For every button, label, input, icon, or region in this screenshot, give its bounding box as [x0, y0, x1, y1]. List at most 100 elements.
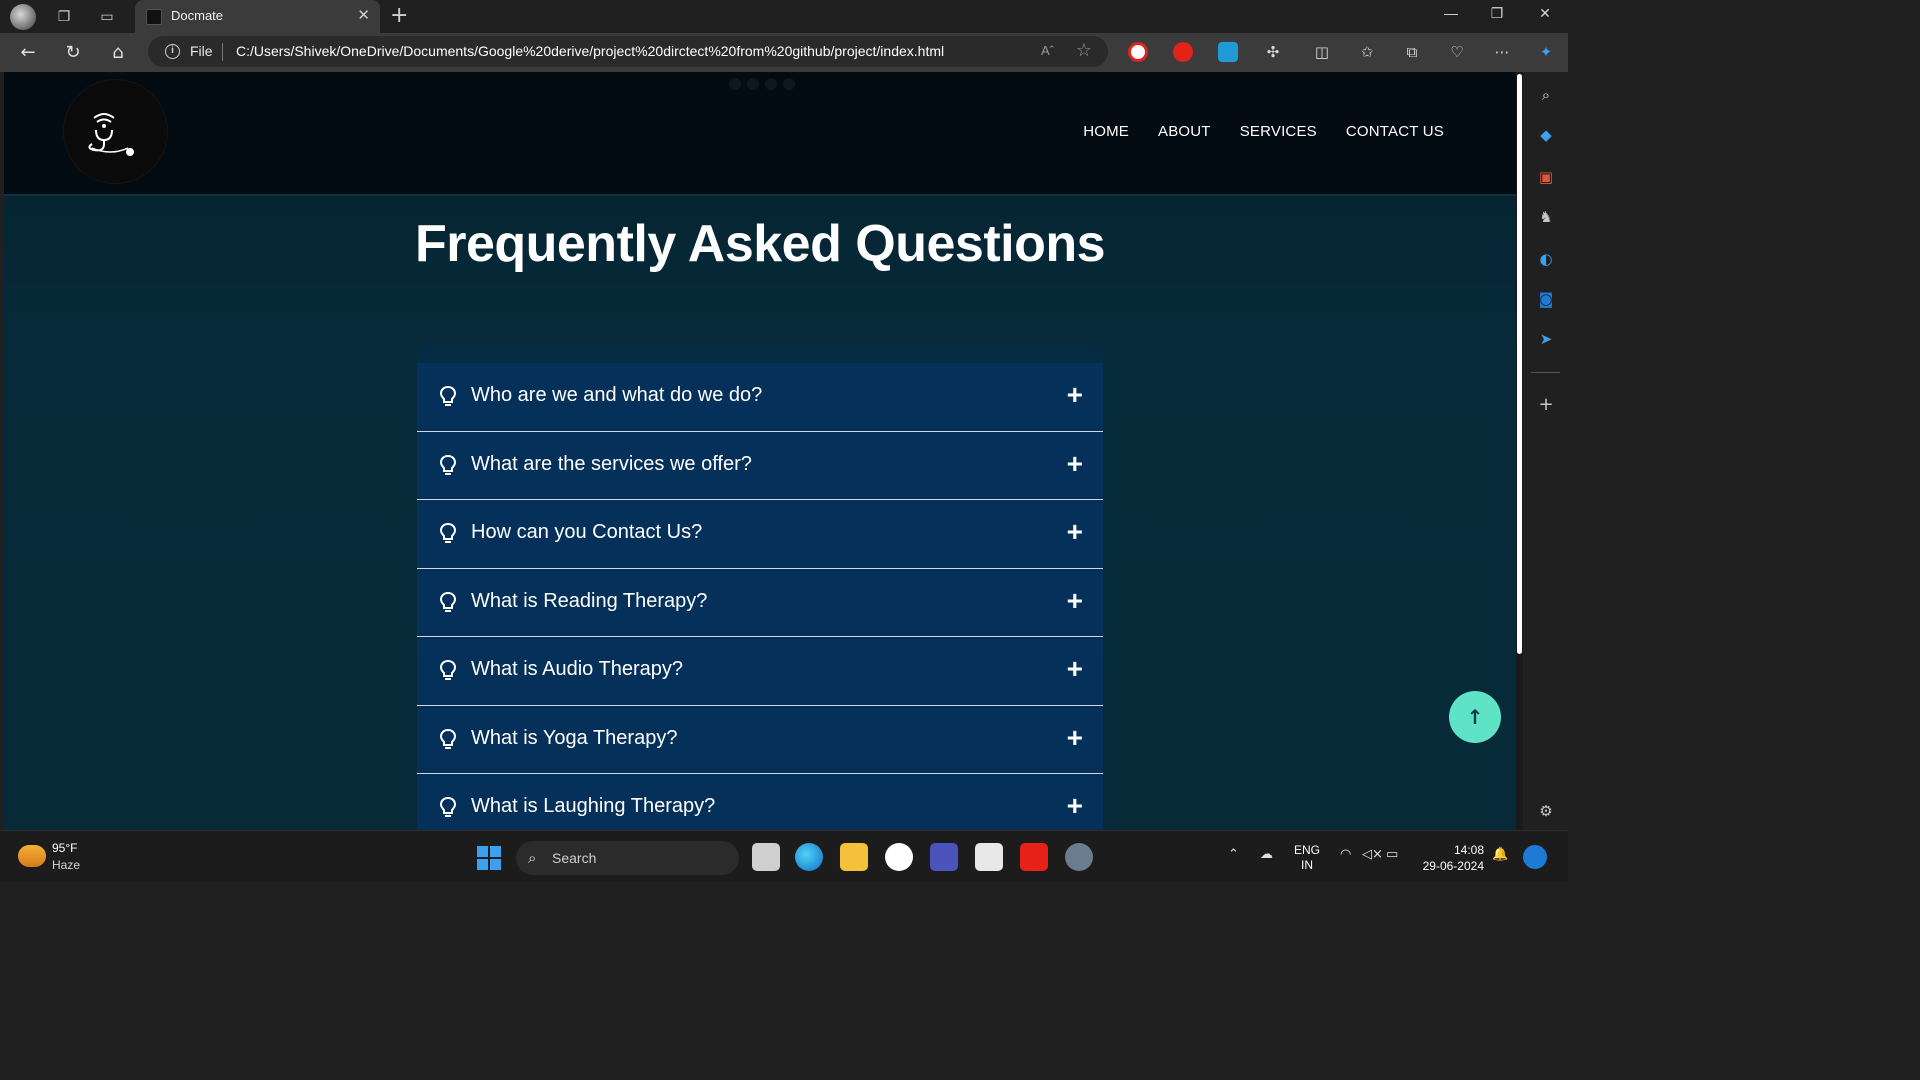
language-indicator[interactable]: ENG IN: [1294, 843, 1320, 873]
close-window-button[interactable]: ✕: [1530, 5, 1560, 27]
clock[interactable]: 14:08 29-06-2024: [1418, 842, 1484, 874]
lightbulb-icon: [439, 796, 457, 817]
volume-muted-icon[interactable]: ◁×: [1362, 847, 1383, 862]
show-hidden-icons-icon[interactable]: ⌃: [1228, 847, 1239, 862]
extensions-puzzle-icon[interactable]: ✣: [1262, 41, 1284, 63]
faq-question: What is Yoga Therapy?: [471, 726, 678, 749]
nav-contact-us[interactable]: CONTACT US: [1346, 123, 1444, 140]
copilot-taskbar-icon[interactable]: [1523, 845, 1547, 869]
nav-home[interactable]: HOME: [1083, 123, 1129, 140]
faq-item[interactable]: How can you Contact Us? +: [417, 500, 1103, 569]
collections-icon[interactable]: ⧉: [1401, 41, 1423, 63]
weather-temperature[interactable]: 95°F: [52, 841, 77, 855]
faq-item[interactable]: What is Audio Therapy? +: [417, 637, 1103, 706]
minimize-button[interactable]: —: [1436, 5, 1466, 27]
lightbulb-icon: [439, 522, 457, 543]
restore-button[interactable]: ❐: [1482, 5, 1512, 27]
lightbulb-icon: [439, 728, 457, 749]
youtube-icon[interactable]: [1020, 843, 1048, 871]
faq-question: Who are we and what do we do?: [471, 384, 763, 406]
expand-plus-icon[interactable]: +: [1067, 790, 1083, 822]
weather-haze-icon[interactable]: [18, 845, 46, 867]
microsoft-store-icon[interactable]: [975, 843, 1003, 871]
split-screen-icon[interactable]: ◫: [1311, 41, 1333, 63]
wifi-icon[interactable]: ◠: [1340, 847, 1351, 862]
sidebar-settings-icon[interactable]: ⚙: [1535, 800, 1557, 822]
taskbar-search-box[interactable]: ⌕ Search: [516, 841, 739, 875]
clock-time: 14:08: [1453, 843, 1484, 857]
windows-taskbar: 95°F Haze ⌕ Search ⌃ ☁ ENG IN ◠ ◁× ▭ 14:…: [0, 830, 1568, 882]
file-scheme-label: File: [190, 43, 213, 59]
browser-tab-strip: ❐ ▭ Docmate ✕ + — ❐ ✕: [0, 0, 1568, 33]
tab-close-icon[interactable]: ✕: [357, 6, 370, 24]
stethoscope-logo-icon: [88, 113, 134, 156]
profile-avatar[interactable]: [10, 4, 36, 30]
new-tab-button[interactable]: +: [390, 3, 408, 28]
address-separator: [222, 43, 223, 61]
browser-essentials-icon[interactable]: ♡: [1446, 41, 1468, 63]
whatsapp-icon[interactable]: [885, 843, 913, 871]
faq-question: What is Audio Therapy?: [471, 658, 683, 680]
page-scrollbar[interactable]: [1516, 72, 1523, 830]
sidebar-outlook-icon[interactable]: ◙: [1535, 288, 1557, 310]
weather-description[interactable]: Haze: [52, 858, 80, 872]
sidebar-m365-icon[interactable]: ◐: [1535, 248, 1557, 270]
lightbulb-icon: [439, 454, 457, 475]
sidebar-search-icon[interactable]: ⌕: [1535, 84, 1557, 106]
faq-item[interactable]: What is Reading Therapy? +: [417, 568, 1103, 637]
sidebar-games-icon[interactable]: ♞: [1535, 206, 1557, 228]
adblock-extension-icon[interactable]: [1128, 42, 1148, 62]
search-icon: ⌕: [528, 849, 537, 867]
nav-about[interactable]: ABOUT: [1158, 123, 1211, 140]
sidebar-shopping-icon[interactable]: ◆: [1535, 124, 1557, 146]
read-aloud-icon[interactable]: Aˆ: [1041, 43, 1054, 58]
address-bar[interactable]: i File C:/Users/Shivek/OneDrive/Document…: [148, 36, 1108, 67]
task-view-icon[interactable]: [752, 843, 780, 871]
sidebar-add-icon[interactable]: +: [1535, 394, 1557, 416]
site-logo[interactable]: [64, 80, 167, 183]
workspaces-icon[interactable]: ❐: [52, 5, 76, 29]
faq-item[interactable]: What is Laughing Therapy? +: [417, 774, 1103, 830]
start-button[interactable]: [477, 846, 501, 870]
nav-services[interactable]: SERVICES: [1240, 123, 1317, 140]
clock-date: 29-06-2024: [1422, 859, 1484, 873]
sidebar-telegram-icon[interactable]: ➤: [1535, 328, 1557, 350]
faq-accordion: Who are we and what do we do? + What are t…: [417, 345, 1103, 830]
settings-gear-icon[interactable]: [1065, 843, 1093, 871]
scrollbar-thumb[interactable]: [1517, 74, 1522, 654]
vertical-tabs-icon[interactable]: ▭: [95, 5, 119, 29]
faq-question: What is Laughing Therapy?: [471, 795, 716, 817]
copilot-icon[interactable]: ✦: [1535, 41, 1557, 63]
home-icon[interactable]: ⌂: [105, 40, 131, 66]
back-arrow-icon[interactable]: ←: [15, 40, 41, 66]
battery-icon[interactable]: ▭: [1386, 847, 1398, 862]
more-menu-icon[interactable]: ⋯: [1491, 41, 1513, 63]
teams-icon[interactable]: [930, 843, 958, 871]
favorite-star-icon[interactable]: ☆: [1076, 40, 1092, 61]
expand-plus-icon[interactable]: +: [1067, 653, 1083, 685]
faq-question: What is Reading Therapy?: [471, 589, 708, 612]
faq-item[interactable]: What are the services we offer? +: [417, 431, 1103, 500]
notification-bell-icon[interactable]: 🔔: [1492, 847, 1508, 862]
expand-plus-icon[interactable]: +: [1067, 448, 1083, 480]
expand-plus-icon[interactable]: +: [1067, 516, 1083, 548]
expand-plus-icon[interactable]: +: [1067, 585, 1083, 617]
url-input[interactable]: C:/Users/Shivek/OneDrive/Documents/Googl…: [236, 43, 944, 59]
onedrive-cloud-icon[interactable]: ☁: [1260, 847, 1273, 862]
favorites-icon[interactable]: ✩: [1356, 41, 1378, 63]
tab-docmate[interactable]: Docmate ✕: [135, 0, 380, 33]
sidebar-tools-icon[interactable]: ▣: [1535, 166, 1557, 188]
refresh-icon[interactable]: ↻: [60, 40, 86, 66]
back-to-top-button[interactable]: ↑: [1449, 691, 1501, 743]
edge-sidebar: ⌕ ◆ ▣ ♞ ◐ ◙ ➤ + ⚙: [1523, 72, 1568, 830]
file-explorer-icon[interactable]: [840, 843, 868, 871]
edge-taskbar-icon[interactable]: [795, 843, 823, 871]
lightbulb-icon: [439, 659, 457, 680]
expand-plus-icon[interactable]: +: [1067, 379, 1083, 411]
faq-item[interactable]: Who are we and what do we do? +: [417, 363, 1103, 432]
image-extension-icon[interactable]: [1218, 42, 1238, 62]
site-info-icon[interactable]: i: [165, 44, 180, 59]
expand-plus-icon[interactable]: +: [1067, 722, 1083, 754]
stop-extension-icon[interactable]: [1173, 42, 1193, 62]
faq-item[interactable]: What is Yoga Therapy? +: [417, 705, 1103, 774]
